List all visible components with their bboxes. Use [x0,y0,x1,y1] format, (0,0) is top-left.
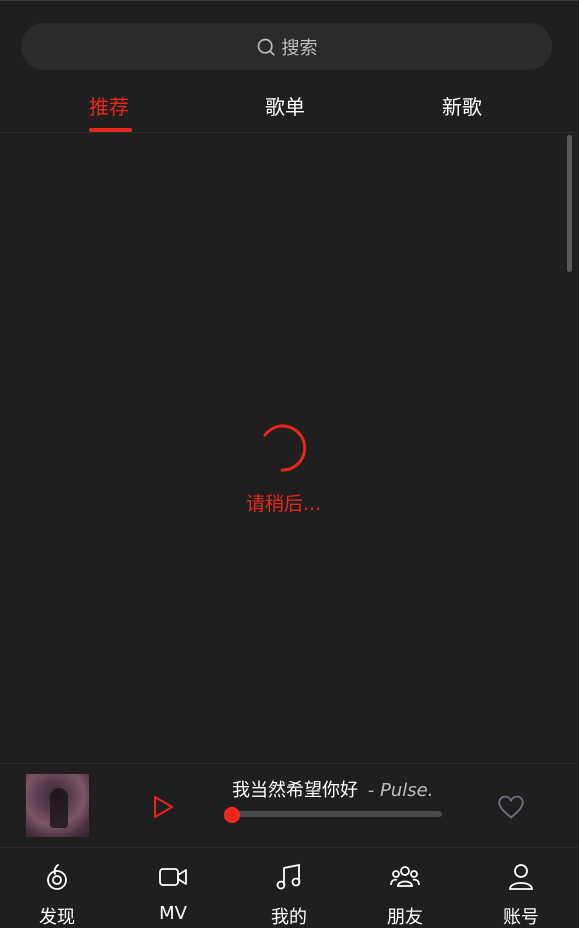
mini-player: 我当然希望你好 - Pulse. [0,763,579,848]
album-cover[interactable] [26,774,89,837]
tab-new-songs[interactable]: 新歌 [442,91,482,120]
search-bar[interactable]: 搜索 [21,23,552,70]
loading-spinner [263,424,307,472]
nav-mine[interactable]: 我的 [249,861,329,928]
nav-label: 发现 [39,907,75,928]
search-icon [257,38,275,56]
user-icon [509,864,533,890]
cover-figure [50,788,68,828]
bottom-nav: 发现 MV 我的 朋友 账号 [0,849,579,928]
tab-recommend[interactable]: 推荐 [89,91,129,120]
song-separator: - [367,780,375,801]
discover-icon [47,864,67,890]
nav-discover[interactable]: 发现 [17,861,97,928]
progress-knob[interactable] [224,807,240,823]
tab-playlists[interactable]: 歌单 [265,91,305,120]
active-tab-indicator [89,128,132,132]
nav-label: 我的 [271,907,307,928]
play-icon[interactable] [150,794,176,820]
nav-label: MV [159,903,187,924]
nav-label: 朋友 [387,907,423,928]
friends-icon [390,866,420,887]
search-placeholder: 搜索 [281,37,318,59]
nav-account[interactable]: 账号 [481,861,561,928]
heart-icon[interactable] [497,793,525,821]
loading-text: 请稍后... [245,493,322,515]
video-icon [159,868,187,886]
scrollbar[interactable] [567,135,572,272]
progress-bar[interactable] [230,811,442,817]
song-title: 我当然希望你好 [232,780,358,801]
song-artist: Pulse. [379,780,434,801]
nav-friends[interactable]: 朋友 [365,861,445,928]
nav-mv[interactable]: MV [133,861,213,924]
tab-bar: 推荐 歌单 新歌 [0,81,579,133]
music-note-icon [276,863,301,890]
song-info: 我当然希望你好 - Pulse. [232,776,433,802]
music-app: 搜索 推荐 歌单 新歌 请稍后... 我当然希望你好 - Pulse. 发现 M… [0,0,579,928]
nav-label: 账号 [503,907,539,928]
